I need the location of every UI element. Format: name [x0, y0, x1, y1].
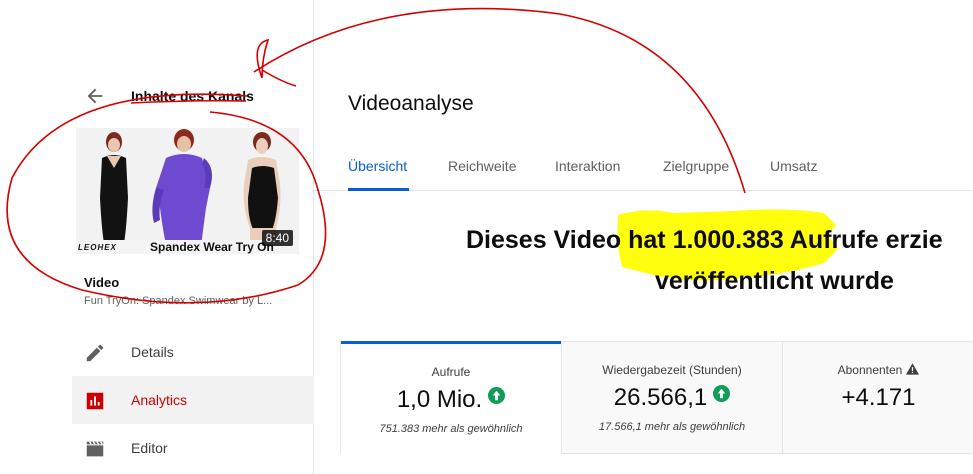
clapperboard-icon — [86, 441, 104, 457]
headline: Dieses Video hat 1.000.383 Aufrufe erzie — [466, 226, 943, 254]
metric-card-subscribers[interactable]: Abonnenten +4.171 — [782, 342, 973, 453]
metric-card-watch-time[interactable]: Wiedergabezeit (Stunden) 26.566,1 17.566… — [561, 342, 782, 453]
analytics-icon — [86, 392, 104, 410]
video-title[interactable]: Fun TryOn: Spandex Swimwear by L... — [84, 295, 294, 307]
sidebar-item-details[interactable]: Details — [72, 328, 314, 376]
metric-value-text: 1,0 Mio. — [396, 386, 483, 413]
active-tab-indicator — [348, 188, 409, 191]
thumbnail-brand: LEOHEX — [78, 243, 117, 252]
video-duration-badge: 8:40 — [261, 230, 293, 246]
metric-note: 17.566,1 mehr als gewöhnlich — [598, 421, 746, 433]
headline-continued: veröffentlicht wurde — [655, 267, 894, 295]
sidebar-item-label: Analytics — [131, 392, 188, 408]
page-title: Videoanalyse — [348, 92, 474, 115]
video-heading: Video — [84, 275, 120, 290]
tab-overview[interactable]: Übersicht — [348, 158, 407, 174]
sidebar-item-label: Editor — [131, 440, 168, 456]
metric-value: +4.171 — [841, 384, 916, 411]
sidebar-item-analytics[interactable]: Analytics — [72, 376, 314, 424]
metric-cards: Aufrufe 1,0 Mio. 751.383 mehr als gewöhn… — [340, 341, 973, 454]
trend-up-icon — [713, 385, 731, 402]
trend-up-icon — [488, 387, 506, 404]
tab-engagement[interactable]: Interaktion — [555, 158, 620, 174]
video-thumbnail[interactable]: LEOHEX Spandex Wear Try On 8:40 — [76, 128, 299, 254]
tab-reach[interactable]: Reichweite — [448, 158, 516, 174]
pencil-icon — [86, 344, 104, 362]
thumbnail-caption: Spandex Wear Try On — [150, 240, 274, 254]
metric-label: Abonnenten — [837, 363, 903, 377]
metric-label-row: Abonnenten — [783, 363, 973, 377]
sidebar-item-label: Details — [131, 344, 174, 360]
metric-label: Wiedergabezeit (Stunden) — [602, 363, 742, 377]
metric-value: 1,0 Mio. — [341, 386, 561, 414]
metric-card-views[interactable]: Aufrufe 1,0 Mio. 751.383 mehr als gewöhn… — [341, 341, 561, 454]
metric-label: Aufrufe — [431, 365, 471, 379]
tab-bar: Übersicht Reichweite Interaktion Zielgru… — [314, 140, 973, 191]
warning-icon[interactable] — [906, 363, 920, 375]
tab-audience[interactable]: Zielgruppe — [663, 158, 729, 174]
sidebar: Inhalte des Kanals LEOHEX Spandex Wear T… — [0, 0, 314, 474]
metric-value: 26.566,1 — [562, 384, 782, 412]
back-arrow-icon[interactable] — [84, 85, 106, 107]
metric-value-text: 26.566,1 — [613, 384, 708, 411]
channel-content-link[interactable]: Inhalte des Kanals — [131, 88, 254, 104]
metric-note: 751.383 mehr als gewöhnlich — [379, 423, 523, 435]
sidebar-item-editor[interactable]: Editor — [72, 424, 314, 472]
tab-revenue[interactable]: Umsatz — [770, 158, 817, 174]
